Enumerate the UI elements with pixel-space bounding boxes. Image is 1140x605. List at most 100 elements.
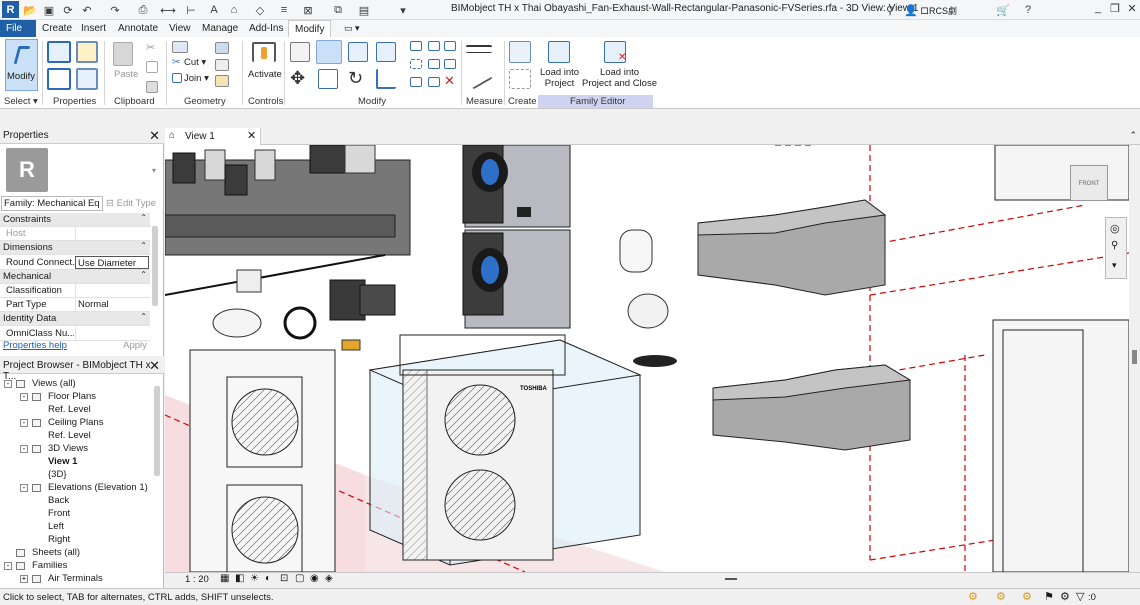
mirror-draw-icon[interactable] bbox=[376, 42, 396, 62]
edit-type-button[interactable]: ⊟ Edit Type bbox=[106, 198, 156, 209]
type-selector-dropdown-icon[interactable]: ▾ bbox=[152, 166, 156, 175]
browser-node[interactable]: Ref. Level bbox=[48, 430, 91, 441]
browser-node[interactable]: Right bbox=[48, 534, 70, 545]
cope-icon[interactable] bbox=[172, 41, 188, 53]
expand-icon[interactable]: + bbox=[20, 575, 28, 583]
collapse-icon[interactable]: - bbox=[4, 380, 12, 388]
split-face-icon[interactable] bbox=[215, 59, 229, 71]
mirror-axis-icon[interactable] bbox=[348, 42, 368, 62]
properties-help-link[interactable]: Properties help bbox=[3, 340, 67, 351]
match-icon[interactable] bbox=[146, 81, 158, 93]
search-icon[interactable]: ⚲ bbox=[882, 2, 898, 18]
split-icon[interactable] bbox=[410, 41, 422, 51]
browser-node[interactable]: Back bbox=[48, 495, 69, 506]
cut-geometry-icon[interactable]: ✂ bbox=[172, 57, 182, 68]
type-selector[interactable]: Family: Mechanical Eq bbox=[1, 196, 103, 211]
contextual-tab-dropdown-icon[interactable]: ▭ ▾ bbox=[338, 20, 366, 37]
text-icon[interactable]: A bbox=[206, 2, 222, 18]
offset-icon[interactable] bbox=[316, 40, 342, 64]
create-group-icon[interactable] bbox=[509, 69, 531, 89]
tab-annotate[interactable]: Annotate bbox=[112, 20, 164, 37]
user-name[interactable]: ロRCS劇 bbox=[920, 4, 957, 17]
load-into-project-icon[interactable] bbox=[548, 41, 570, 63]
tab-file[interactable]: File bbox=[0, 20, 36, 37]
property-value[interactable] bbox=[75, 284, 149, 297]
horizontal-scroll-thumb[interactable] bbox=[725, 578, 737, 580]
property-group[interactable]: Dimensions ⌃ bbox=[0, 241, 150, 256]
browser-node[interactable]: Left bbox=[48, 521, 64, 532]
drag-elements-icon[interactable]: ⚙ bbox=[1060, 590, 1070, 603]
tab-view[interactable]: View bbox=[163, 20, 197, 37]
3d-view-icon[interactable]: ⌂ bbox=[226, 2, 242, 18]
load-into-project-label[interactable]: Load into Project bbox=[540, 67, 579, 89]
load-into-project-close-label[interactable]: Load into Project and Close bbox=[582, 67, 657, 89]
browser-node[interactable]: Views (all) bbox=[32, 378, 76, 389]
browser-node[interactable]: Floor Plans bbox=[48, 391, 96, 402]
rotate-icon[interactable]: ↻ bbox=[348, 69, 368, 89]
view-tab-close-icon[interactable]: ✕ bbox=[247, 129, 256, 142]
create-similar-icon[interactable] bbox=[509, 41, 531, 63]
browser-node[interactable]: Families bbox=[32, 560, 67, 571]
cut-icon[interactable]: ✂ bbox=[146, 41, 158, 54]
sync-icon[interactable]: ⟳ bbox=[60, 2, 76, 18]
redo-icon[interactable]: ↷ bbox=[107, 2, 123, 18]
browser-node[interactable]: Ref. Level bbox=[48, 404, 91, 415]
property-value[interactable]: Use Diameter bbox=[75, 255, 149, 269]
temp-hide-icon[interactable]: ◉ bbox=[310, 573, 319, 584]
steering-wheel-icon[interactable]: ◎ bbox=[1110, 222, 1120, 235]
scale-value[interactable]: 1 : 20 bbox=[185, 574, 209, 585]
help-icon[interactable]: ? bbox=[1020, 2, 1036, 18]
browser-node[interactable]: 3D Views bbox=[48, 443, 88, 454]
worksets-icon[interactable]: ⚙ bbox=[968, 590, 978, 603]
sun-path-icon[interactable]: ☀ bbox=[250, 573, 259, 584]
split-gap-icon[interactable] bbox=[428, 41, 440, 51]
move-icon[interactable]: ✥ bbox=[290, 69, 310, 89]
paint-icon[interactable] bbox=[215, 75, 229, 87]
select-links-icon[interactable]: ⚙ bbox=[1022, 590, 1032, 603]
measure-icon[interactable]: ⟷ bbox=[160, 2, 176, 18]
browser-node[interactable]: Elevations (Elevation 1) bbox=[48, 482, 148, 493]
filter-icon[interactable]: ▽ bbox=[1076, 590, 1084, 603]
properties-icon[interactable] bbox=[47, 41, 71, 63]
browser-close-icon[interactable]: ✕ bbox=[149, 358, 160, 374]
tab-insert[interactable]: Insert bbox=[75, 20, 112, 37]
cart-icon[interactable]: 🛒 bbox=[995, 2, 1011, 18]
type-properties-icon[interactable] bbox=[76, 41, 98, 63]
align-icon[interactable] bbox=[290, 42, 310, 62]
browser-node[interactable]: View 1 bbox=[48, 456, 77, 467]
browser-node[interactable]: Sheets (all) bbox=[32, 547, 80, 558]
tab-add-ins[interactable]: Add-Ins bbox=[243, 20, 289, 37]
view-tab-scroll-icon[interactable]: ⌃ bbox=[1129, 130, 1137, 141]
view-tab[interactable]: ⌂ View 1 ✕ bbox=[165, 128, 261, 145]
scale-icon[interactable] bbox=[428, 59, 440, 69]
measure-distance-icon[interactable] bbox=[466, 45, 492, 53]
family-types-icon[interactable] bbox=[47, 68, 71, 90]
shadows-icon[interactable]: ◐ bbox=[265, 573, 271, 584]
activate-label[interactable]: Activate bbox=[248, 69, 282, 80]
show-crop-icon[interactable]: ▢ bbox=[295, 573, 304, 584]
crop-view-icon[interactable]: ⊡ bbox=[280, 573, 288, 584]
tab-create[interactable]: Create bbox=[36, 20, 78, 37]
join-label[interactable]: Join ▾ bbox=[184, 73, 209, 84]
family-category-icon[interactable] bbox=[76, 68, 98, 90]
paste-icon[interactable] bbox=[113, 42, 133, 66]
modify-button[interactable]: Modify bbox=[5, 39, 38, 91]
view-cube[interactable]: FRONT bbox=[1070, 165, 1108, 201]
select-pinned-icon[interactable]: ⚑ bbox=[1044, 590, 1054, 603]
cut-label[interactable]: Cut ▾ bbox=[184, 57, 206, 68]
section-icon[interactable]: ◇ bbox=[252, 2, 268, 18]
close-button[interactable]: ✕ bbox=[1124, 2, 1140, 18]
minimize-button[interactable]: _ bbox=[1090, 2, 1106, 18]
undo-icon[interactable]: ↶ bbox=[79, 2, 95, 18]
array-icon[interactable] bbox=[410, 59, 422, 69]
offset-small-icon[interactable] bbox=[444, 59, 456, 69]
panel-select[interactable]: Select ▾ bbox=[4, 96, 38, 107]
drawing-canvas[interactable]: TOSHIBA FRONT ◎ ⚲ ▾ bbox=[165, 145, 1129, 572]
open-icon[interactable]: 📂 bbox=[22, 2, 38, 18]
property-group[interactable]: Mechanical ⌃ bbox=[0, 269, 150, 284]
reveal-hidden-icon[interactable]: ◈ bbox=[325, 573, 333, 584]
unpin-icon[interactable] bbox=[428, 77, 440, 87]
canvas-scrollbar[interactable] bbox=[1129, 145, 1140, 572]
collapse-icon[interactable]: ⌃ bbox=[140, 241, 147, 250]
copy-element-icon[interactable] bbox=[318, 69, 338, 89]
